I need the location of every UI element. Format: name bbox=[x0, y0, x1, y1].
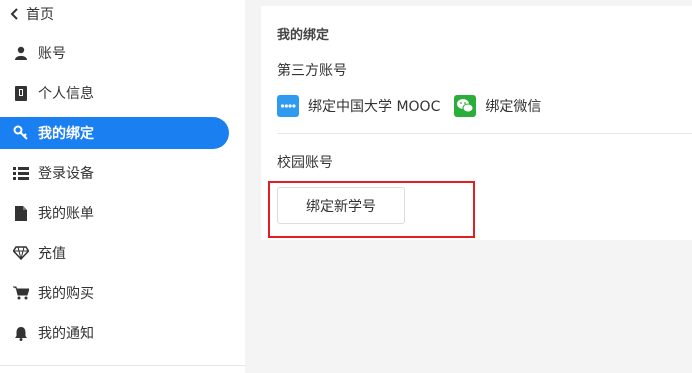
sidebar-item-label: 我的通知 bbox=[38, 326, 94, 342]
sidebar-item-profile[interactable]: 个人信息 bbox=[0, 77, 229, 109]
sidebar-item-devices[interactable]: 登录设备 bbox=[0, 157, 229, 189]
bind-wechat-link[interactable]: 绑定微信 bbox=[454, 95, 541, 117]
bind-mooc-label: 绑定中国大学 MOOC bbox=[308, 99, 441, 115]
sidebar-item-label: 我的账单 bbox=[38, 206, 94, 222]
sidebar-item-purchases[interactable]: 我的购买 bbox=[0, 277, 229, 309]
bind-mooc-link[interactable]: 绑定中国大学 MOOC bbox=[277, 95, 440, 117]
key-icon bbox=[13, 125, 29, 141]
sidebar-item-label: 个人信息 bbox=[38, 86, 94, 102]
third-party-list: 绑定中国大学 MOOC 绑定微信 bbox=[277, 95, 555, 117]
sidebar-divider bbox=[0, 365, 245, 366]
document-icon bbox=[13, 205, 29, 221]
sidebar-item-label: 账号 bbox=[38, 46, 66, 62]
section-divider bbox=[277, 133, 692, 134]
home-link[interactable]: 首页 bbox=[8, 4, 54, 24]
page-title: 我的绑定 bbox=[277, 28, 330, 43]
sidebar-item-label: 我的绑定 bbox=[38, 126, 94, 142]
sidebar-item-bills[interactable]: 我的账单 bbox=[0, 197, 229, 229]
id-card-icon bbox=[13, 85, 29, 101]
home-label: 首页 bbox=[26, 7, 54, 23]
mooc-logo-icon bbox=[277, 95, 299, 117]
campus-section-label: 校园账号 bbox=[277, 155, 333, 171]
sidebar-item-label: 登录设备 bbox=[38, 166, 94, 182]
wechat-icon bbox=[454, 95, 477, 117]
sidebar-item-recharge[interactable]: 充值 bbox=[0, 237, 229, 269]
sidebar: 首页 账号 个人信息 我的绑定 登录设备 我的账单 充值 我的购买 我的通知 bbox=[0, 0, 245, 373]
list-icon bbox=[13, 165, 29, 181]
sidebar-item-label: 充值 bbox=[38, 246, 66, 262]
user-icon bbox=[13, 45, 29, 61]
chevron-left-icon bbox=[10, 8, 18, 20]
cart-icon bbox=[13, 285, 29, 301]
bind-wechat-label: 绑定微信 bbox=[485, 99, 542, 115]
sidebar-item-notifications[interactable]: 我的通知 bbox=[0, 317, 229, 349]
sidebar-item-label: 我的购买 bbox=[38, 286, 94, 302]
highlight-box bbox=[268, 181, 475, 238]
bell-icon bbox=[13, 325, 29, 341]
sidebar-item-account[interactable]: 账号 bbox=[0, 37, 229, 69]
sidebar-item-bindings[interactable]: 我的绑定 bbox=[0, 117, 229, 149]
diamond-icon bbox=[13, 245, 29, 261]
third-party-section-label: 第三方账号 bbox=[277, 63, 347, 79]
